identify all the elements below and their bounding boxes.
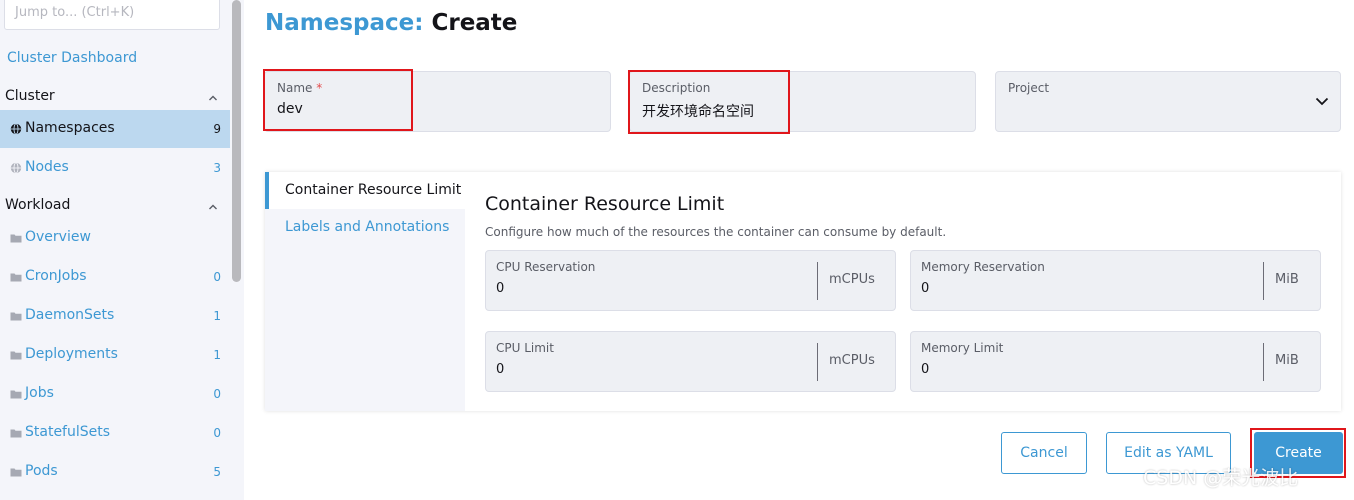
chevron-down-icon[interactable]: [1315, 96, 1329, 106]
memory-limit-input[interactable]: 0: [921, 362, 929, 377]
sidebar-item-count: 0: [213, 387, 221, 401]
section-description: Configure how much of the resources the …: [485, 225, 947, 239]
cluster-dashboard-link[interactable]: Cluster Dashboard: [7, 50, 137, 66]
resource-breadcrumb-link[interactable]: Namespace:: [265, 10, 423, 36]
sidebar-scrollbar[interactable]: [232, 0, 241, 282]
workload-group-header[interactable]: Workload: [5, 197, 70, 213]
unit-separator: [1263, 343, 1264, 381]
chevron-up-icon[interactable]: [208, 93, 218, 103]
watermark: CSDN @荣光波比: [1143, 467, 1299, 489]
cluster-group-header[interactable]: Cluster: [5, 88, 55, 104]
cpu-limit-input[interactable]: 0: [496, 362, 504, 377]
memory-reservation-input[interactable]: 0: [921, 281, 929, 296]
sidebar-item-statefulsets[interactable]: StatefulSets 0: [0, 414, 230, 452]
cpu-reservation-input[interactable]: 0: [496, 281, 504, 296]
folder-icon: [10, 429, 22, 438]
folder-icon: [10, 273, 22, 282]
field-label: CPU Reservation: [496, 260, 596, 274]
sidebar-item-namespaces[interactable]: Namespaces 9: [0, 110, 230, 148]
sidebar-item-deployments[interactable]: Deployments 1: [0, 336, 230, 374]
folder-icon: [10, 468, 22, 477]
globe-icon: [10, 162, 22, 174]
highlight-box-name: [263, 69, 413, 131]
page-title: Namespace: Create: [265, 10, 517, 36]
sidebar-item-count: 1: [213, 309, 221, 323]
sidebar-item-label: StatefulSets: [25, 424, 111, 440]
tab-container-resource-limit[interactable]: Container Resource Limit: [265, 172, 465, 209]
sidebar-item-pods[interactable]: Pods 5: [0, 453, 230, 491]
folder-icon: [10, 390, 22, 399]
sidebar-item-label: CronJobs: [25, 268, 87, 284]
sidebar-item-overview[interactable]: Overview: [0, 219, 230, 257]
sidebar-item-label: Deployments: [25, 346, 118, 362]
sidebar-item-label: DaemonSets: [25, 307, 115, 323]
sidebar-item-count: 0: [213, 426, 221, 440]
sidebar-item-count: 3: [213, 161, 221, 175]
sidebar-item-nodes[interactable]: Nodes 3: [0, 149, 230, 187]
unit-separator: [817, 343, 818, 381]
jump-to-search-input[interactable]: Jump to... (Ctrl+K): [4, 0, 220, 30]
folder-icon: [10, 312, 22, 321]
app: Jump to... (Ctrl+K) Cluster Dashboard Cl…: [0, 0, 1354, 500]
highlight-box-description: [628, 70, 790, 134]
cancel-button[interactable]: Cancel: [1001, 432, 1087, 474]
unit-separator: [1263, 262, 1264, 300]
unit-separator: [817, 262, 818, 300]
sidebar-item-daemonsets[interactable]: DaemonSets 1: [0, 297, 230, 335]
project-field-label: Project: [1008, 81, 1050, 95]
folder-icon: [10, 351, 22, 360]
unit-label: mCPUs: [829, 353, 875, 368]
sidebar: Jump to... (Ctrl+K) Cluster Dashboard Cl…: [0, 0, 244, 500]
sidebar-item-count: 9: [213, 122, 221, 136]
unit-label: mCPUs: [829, 272, 875, 287]
folder-icon: [10, 234, 22, 243]
memory-limit-field[interactable]: Memory Limit 0 MiB: [910, 331, 1321, 392]
cpu-reservation-field[interactable]: CPU Reservation 0 mCPUs: [485, 250, 896, 311]
sidebar-item-label: Overview: [25, 229, 91, 245]
tab-labels-annotations[interactable]: Labels and Annotations: [265, 209, 465, 246]
section-title: Container Resource Limit: [485, 193, 725, 215]
sidebar-item-label: Pods: [25, 463, 58, 479]
sidebar-item-count: 5: [213, 465, 221, 479]
chevron-up-icon[interactable]: [208, 202, 218, 212]
globe-icon: [10, 123, 22, 135]
side-tabs: Container Resource Limit Labels and Anno…: [265, 172, 465, 411]
unit-label: MiB: [1275, 353, 1299, 368]
sidebar-item-count: 1: [213, 348, 221, 362]
sidebar-item-label: Jobs: [25, 385, 54, 401]
project-select[interactable]: Project: [995, 71, 1341, 132]
sidebar-item-jobs[interactable]: Jobs 0: [0, 375, 230, 413]
unit-label: MiB: [1275, 272, 1299, 287]
sidebar-item-count: 0: [213, 270, 221, 284]
cpu-limit-field[interactable]: CPU Limit 0 mCPUs: [485, 331, 896, 392]
resource-limit-panel: Container Resource Limit Labels and Anno…: [265, 172, 1341, 411]
field-label: CPU Limit: [496, 341, 554, 355]
memory-reservation-field[interactable]: Memory Reservation 0 MiB: [910, 250, 1321, 311]
sidebar-item-label: Namespaces: [25, 120, 115, 136]
sidebar-item-cronjobs[interactable]: CronJobs 0: [0, 258, 230, 296]
page-action-label: Create: [431, 10, 518, 36]
sidebar-item-label: Nodes: [25, 159, 69, 175]
field-label: Memory Reservation: [921, 260, 1045, 274]
field-label: Memory Limit: [921, 341, 1004, 355]
